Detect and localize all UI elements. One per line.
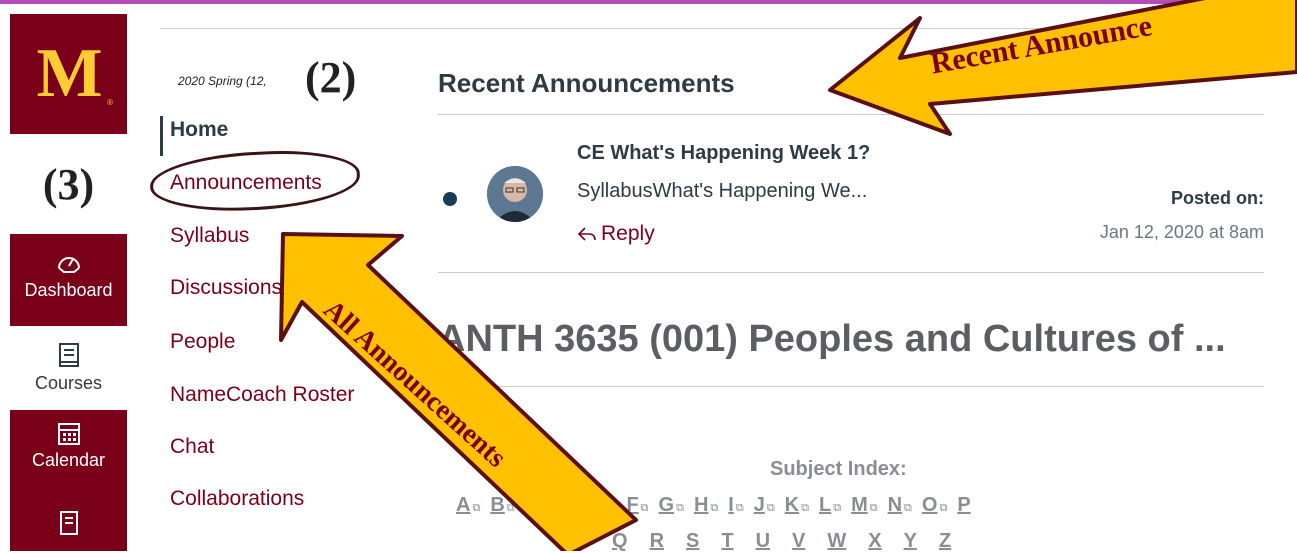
nav-label-calendar: Calendar xyxy=(31,450,106,470)
subject-letter-link[interactable]: O ⧉ xyxy=(922,494,947,517)
subject-letter-link[interactable]: S xyxy=(686,530,699,553)
course-nav-discussions[interactable]: Discussions xyxy=(170,276,282,300)
reply-link[interactable]: Reply xyxy=(577,222,655,246)
subject-letter-link[interactable]: J ⧉ xyxy=(754,494,775,517)
subject-letter-link[interactable]: U xyxy=(756,530,770,553)
subject-letter-link[interactable]: L ⧉ xyxy=(819,494,841,517)
announcement-snippet: SyllabusWhat's Happening We... xyxy=(577,180,868,202)
inbox-icon xyxy=(59,511,78,535)
subject-letter-link[interactable]: X xyxy=(868,530,881,553)
subject-letter-link[interactable]: K ⧉ xyxy=(785,494,809,517)
global-nav: M ® (3) Dashboard Courses Calendar xyxy=(10,14,127,551)
subject-letter-link[interactable]: D ⧉ xyxy=(559,494,583,517)
reply-icon xyxy=(577,227,596,241)
subject-index-letters: A ⧉ B ⧉ C ⧉ D ⧉ E ⧉ F ⧉ G ⧉ H ⧉ I ⧉ J ⧉ K ⧉ L ⧉ M ⧉ N… xyxy=(456,494,971,517)
divider xyxy=(438,272,1264,273)
subject-letter-link[interactable]: C ⧉ xyxy=(525,494,549,517)
active-nav-indicator xyxy=(160,116,163,156)
course-nav-namecoach-roster[interactable]: NameCoach Roster xyxy=(170,383,354,407)
subject-letter-link[interactable]: E ⧉ xyxy=(593,494,616,517)
nav-item-courses[interactable]: Courses xyxy=(10,326,127,410)
subject-letter-link[interactable]: P xyxy=(957,494,970,517)
nav-label-dashboard: Dashboard xyxy=(24,280,113,300)
subject-letter-link[interactable]: A ⧉ xyxy=(456,494,480,517)
subject-letter-link[interactable]: M ⧉ xyxy=(851,494,878,517)
posted-on-label: Posted on: xyxy=(1171,188,1264,208)
course-nav-chat[interactable]: Chat xyxy=(170,435,214,459)
avatar-image xyxy=(487,166,543,222)
university-logo[interactable]: M ® xyxy=(10,14,127,134)
account-nav-item[interactable]: (3) xyxy=(10,134,127,234)
subject-letter-link[interactable]: F ⧉ xyxy=(626,494,648,517)
annotation-label-3: (3) xyxy=(42,159,95,209)
dashboard-icon xyxy=(57,257,80,273)
subject-letter-link[interactable]: T xyxy=(721,530,733,553)
subject-letter-link[interactable]: W xyxy=(827,530,846,553)
course-nav-syllabus[interactable]: Syllabus xyxy=(170,224,249,248)
avatar[interactable] xyxy=(487,166,543,222)
logo-registered-mark: ® xyxy=(107,98,113,107)
posted-date: Jan 12, 2020 at 8am xyxy=(1099,222,1264,242)
subject-letter-link[interactable]: N ⧉ xyxy=(888,494,912,517)
subject-index-letters-row2: Q R S T U V W X Y Z xyxy=(612,530,951,553)
divider xyxy=(438,114,1264,115)
course-title: ANTH 3635 (001) Peoples and Cultures of … xyxy=(438,318,1226,360)
courses-icon xyxy=(58,342,79,367)
subject-index-heading: Subject Index: xyxy=(770,458,907,480)
course-term-label: 2020 Spring (12, xyxy=(178,74,267,88)
subject-letter-link[interactable]: V xyxy=(792,530,805,553)
subject-letter-link[interactable]: Q xyxy=(612,530,628,553)
nav-item-dashboard[interactable]: Dashboard xyxy=(10,248,127,322)
logo-letter: M xyxy=(36,35,102,112)
subject-letter-link[interactable]: H ⧉ xyxy=(694,494,718,517)
unread-indicator xyxy=(443,192,457,206)
annotation-label-2: (2) xyxy=(305,53,357,102)
subject-letter-link[interactable]: Z xyxy=(939,530,951,553)
subject-letter-link[interactable]: R xyxy=(650,530,664,553)
course-nav-people[interactable]: People xyxy=(170,330,235,354)
subject-letter-link[interactable]: Y xyxy=(904,530,917,553)
calendar-icon xyxy=(57,423,80,445)
subject-letter-link[interactable]: I ⧉ xyxy=(728,494,743,517)
announcement-title-link[interactable]: CE What's Happening Week 1? xyxy=(577,142,870,165)
subject-letter-link[interactable]: B ⧉ xyxy=(490,494,514,517)
reply-label: Reply xyxy=(601,222,655,245)
subject-letter-link[interactable]: G ⧉ xyxy=(659,494,684,517)
recent-announcements-heading: Recent Announcements xyxy=(438,68,735,98)
course-nav-collaborations[interactable]: Collaborations xyxy=(170,487,304,511)
nav-label-courses: Courses xyxy=(34,372,103,393)
nav-item-inbox[interactable] xyxy=(10,510,127,550)
course-nav-home[interactable]: Home xyxy=(170,118,228,142)
nav-item-calendar[interactable]: Calendar xyxy=(10,420,127,500)
divider xyxy=(438,386,1264,387)
